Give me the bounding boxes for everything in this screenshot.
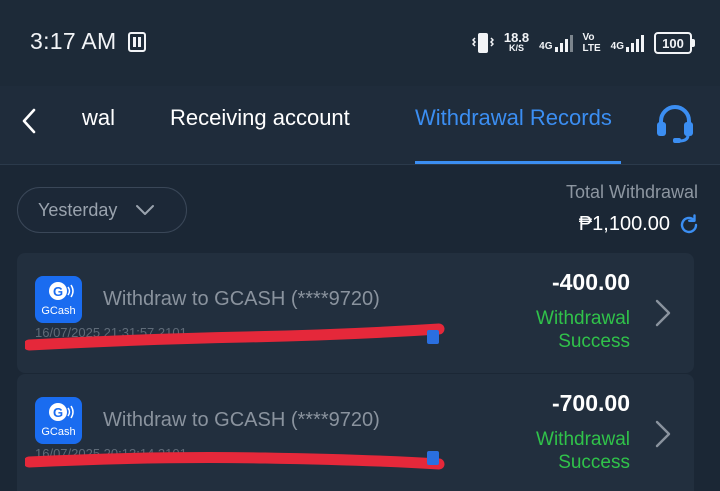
date-filter-label: Yesterday	[38, 199, 118, 220]
vibrate-icon	[471, 33, 494, 53]
total-withdrawal-amount: ₱1,100.00	[578, 213, 670, 235]
chevron-right-icon	[655, 299, 671, 327]
signal-sim2: 4G	[611, 34, 644, 52]
withdrawal-record[interactable]: G GCash Withdraw to GCASH (****9720) 16/…	[17, 374, 694, 491]
total-withdrawal-row: ₱1,100.00	[579, 213, 700, 236]
chevron-right-icon	[655, 420, 671, 448]
status-bar: 3:17 AM 18.8 K/S 4G Vo LTE 4G 100	[0, 0, 720, 86]
copy-icon[interactable]	[427, 330, 439, 344]
tab-withdrawal[interactable]: wal	[82, 105, 115, 131]
signal-bars-icon	[626, 34, 644, 52]
copy-icon[interactable]	[427, 451, 439, 465]
signal-bars-icon	[554, 34, 573, 52]
tab-header: wal Receiving account Withdrawal Records	[0, 86, 720, 165]
back-button[interactable]	[14, 106, 44, 136]
record-status: Withdrawal Success	[536, 308, 630, 352]
date-filter-dropdown[interactable]: Yesterday	[17, 187, 187, 233]
record-amount: -400.00	[551, 269, 630, 295]
record-status: Withdrawal Success	[536, 429, 630, 473]
signal-sim1: 4G	[539, 34, 573, 52]
gcash-icon: G GCash	[35, 276, 82, 323]
record-title: Withdraw to GCASH (****9720)	[103, 288, 380, 310]
total-withdrawal-label: Total Withdrawal	[565, 182, 698, 202]
battery-icon: 100	[654, 32, 695, 54]
withdrawal-record[interactable]: G GCash Withdraw to GCASH (****9720) 16/…	[17, 253, 694, 373]
back-arrow-icon	[22, 108, 36, 134]
redaction-mark	[25, 323, 445, 351]
refresh-icon[interactable]	[678, 213, 700, 236]
notification-app-icon	[128, 32, 146, 52]
network-speed: 18.8 K/S	[503, 30, 530, 53]
active-tab-indicator	[415, 161, 621, 164]
tab-withdrawal-records[interactable]: Withdrawal Records	[415, 105, 612, 131]
redaction-mark	[25, 452, 445, 470]
gcash-icon: G GCash	[35, 397, 82, 444]
tab-receiving-account[interactable]: Receiving account	[170, 105, 350, 131]
record-title: Withdraw to GCASH (****9720)	[103, 409, 380, 431]
record-amount: -700.00	[551, 390, 630, 416]
clock: 3:17 AM	[30, 28, 117, 54]
volte-indicator: Vo LTE	[582, 32, 601, 54]
chevron-down-icon	[136, 205, 155, 215]
headset-icon[interactable]	[652, 100, 698, 146]
